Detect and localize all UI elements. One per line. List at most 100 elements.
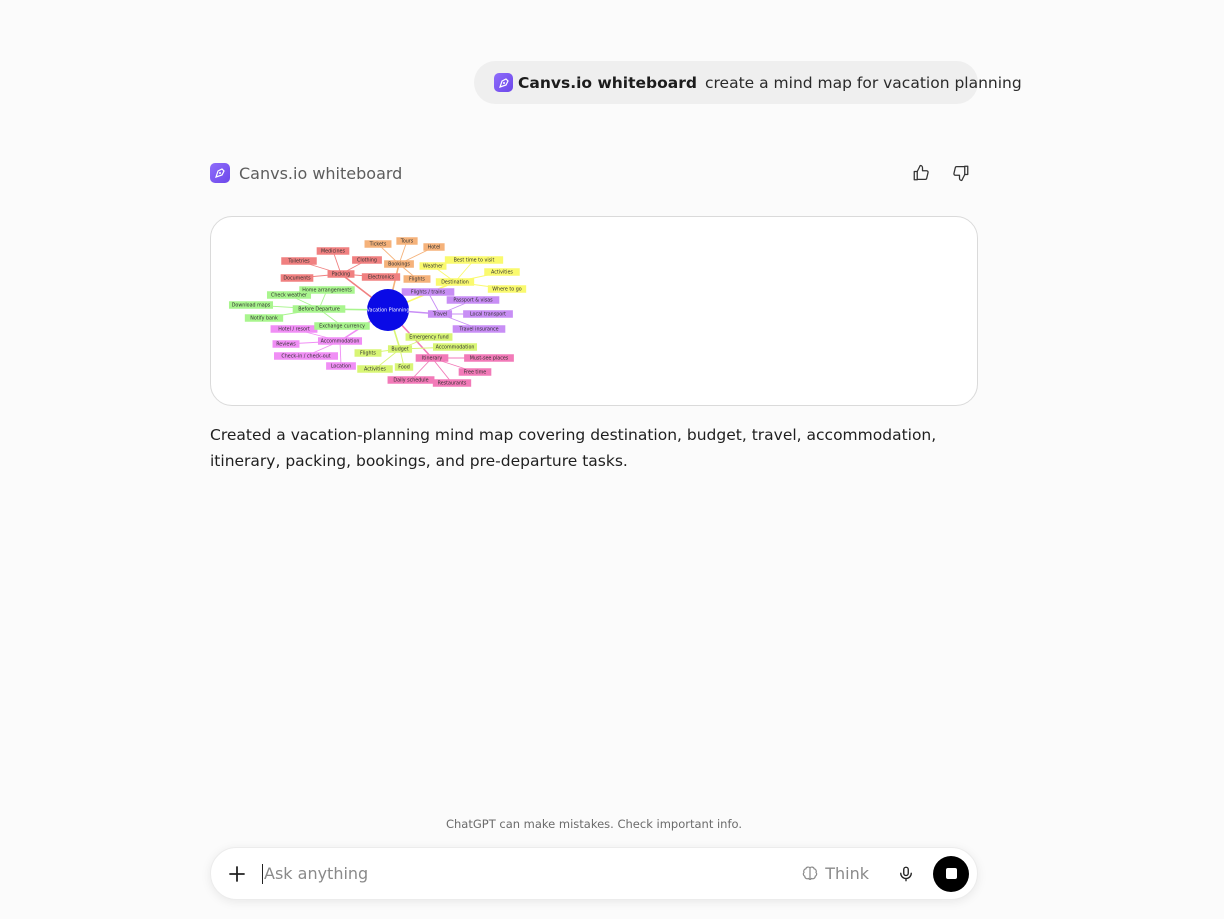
mindmap-leaf-node: Flights (354, 349, 382, 357)
assistant-answer: Created a vacation-planning mind map cov… (210, 426, 937, 470)
mindmap-leaf-node: Local transport (463, 310, 513, 318)
mindmap-leaf-node: Emergency fund (405, 333, 453, 341)
mindmap-leaf-node-label: Emergency fund (409, 335, 448, 341)
mindmap-leaf-node: Tours (396, 237, 418, 245)
mindmap-branch-node-label: Budget (391, 347, 408, 353)
mindmap-leaf-node-label: Flights / trains (411, 290, 446, 296)
mindmap-branch-node: Bookings (384, 260, 414, 268)
mindmap-leaf-node: Food (394, 363, 414, 371)
mindmap-leaf-node-label: Tours (400, 239, 414, 245)
mindmap-leaf-node-label: Restaurants (438, 381, 467, 387)
mindmap-leaf-node-label: Hotel (428, 245, 441, 251)
mindmap-leaf-node: Where to go (487, 285, 527, 293)
mindmap-branch-node: Destination (435, 278, 475, 286)
mindmap-leaf-node-label: Passport & visas (453, 298, 493, 304)
mindmap-leaf-node-label: Activities (491, 270, 513, 276)
mindmap-leaf-node: Reviews (272, 340, 300, 348)
mindmap-leaf-node-label: Electronics (368, 275, 395, 281)
think-button[interactable]: Think (801, 864, 869, 883)
mindmap-leaf-node: Hotel / resort (270, 325, 318, 333)
assistant-header: Canvs.io whiteboard (210, 161, 978, 185)
mindmap-leaf-node: Download maps (228, 301, 274, 309)
mindmap-leaf-node-label: Reviews (276, 342, 296, 348)
mindmap-leaf-node-label: Food (398, 365, 410, 371)
stop-icon (945, 868, 957, 879)
mindmap-leaf-node: Notify bank (244, 314, 284, 322)
mindmap-leaf-node-label: Exchange currency (319, 324, 365, 330)
think-label: Think (825, 864, 869, 883)
mindmap-leaf-node: Travel insurance (452, 325, 506, 333)
mindmap-leaf-node-label: Daily schedule (393, 378, 428, 384)
mindmap-leaf-node: Daily schedule (387, 376, 435, 384)
mindmap-leaf-node-label: Documents (283, 276, 311, 282)
mindmap-leaf-node: Check-in / check-out (274, 352, 338, 360)
pen-nib-icon (210, 163, 230, 183)
mindmap-branch-node-label: Itinerary (422, 356, 443, 362)
mindmap-leaf-node: Check weather (266, 291, 312, 299)
mindmap-leaf-node-label: Accommodation (436, 345, 475, 351)
mindmap-branch-node: Packing (327, 270, 355, 278)
mindmap-branch-node-label: Packing (332, 272, 350, 278)
mindmap-branch-node: Before Departure (292, 305, 346, 313)
mindmap-leaf-node-label: Check weather (271, 293, 307, 299)
mindmap-leaf-node-label: Flights (409, 277, 425, 283)
mindmap-branch-node-label: Before Departure (298, 307, 340, 313)
mindmap-leaf-node: Clothing (352, 256, 382, 264)
mindmap-leaf-node-label: Download maps (232, 303, 271, 309)
mindmap-branch-node-label: Travel (432, 312, 447, 318)
composer: Think (210, 847, 978, 900)
mindmap-leaf-node: Location (326, 362, 356, 370)
assistant-name[interactable]: Canvs.io whiteboard (239, 164, 402, 183)
prompt-input[interactable] (263, 864, 802, 883)
mindmap-leaf-node: Documents (280, 274, 314, 282)
mindmap-leaf-node-label: Activities (364, 367, 386, 373)
mindmap-branch-node: Accommodation (317, 337, 363, 345)
mindmap-leaf-node: Free time (458, 368, 492, 376)
mindmap-leaf-node-label: Clothing (357, 258, 377, 264)
mindmap-branch-node-label: Bookings (388, 262, 410, 268)
mindmap-card[interactable]: Medicines Clothing Toiletries Documents Elec… (210, 216, 978, 406)
thumbs-down-icon[interactable] (948, 160, 974, 186)
mindmap-leaf-node-label: Check-in / check-out (281, 354, 330, 360)
mindmap-branch-node: Budget (387, 345, 413, 353)
mindmap-leaf-node-label: Local transport (470, 312, 506, 318)
mindmap-branch-node-label: Destination (441, 280, 469, 286)
mindmap-leaf-node-label: Notify bank (250, 316, 278, 322)
mindmap-branch-node: Itinerary (415, 354, 449, 362)
user-message-bubble: Canvs.io whiteboard create a mind map fo… (474, 61, 1022, 104)
mindmap-leaf-node: Must-see places (464, 354, 514, 362)
mindmap-leaf-node: Flights (403, 275, 431, 283)
plus-icon[interactable] (224, 861, 250, 887)
mindmap-leaf-node: Electronics (361, 273, 401, 281)
mindmap-leaf-node: Exchange currency (314, 322, 370, 330)
mindmap-leaf-node-label: Weather (423, 264, 443, 270)
thumbs-up-icon[interactable] (908, 160, 934, 186)
microphone-icon[interactable] (893, 861, 919, 887)
mindmap-leaf-node-label: Medicines (321, 249, 345, 255)
mindmap-leaf-node: Toiletries (281, 257, 317, 265)
user-message-text: create a mind map for vacation planning (704, 73, 1022, 92)
mindmap-leaf-node-label: Free time (464, 370, 487, 376)
stop-button[interactable] (933, 855, 969, 892)
mindmap-canvas: Medicines Clothing Toiletries Documents Elec… (228, 237, 527, 387)
mindmap-leaf-node: Hotel (423, 243, 445, 251)
pen-nib-icon (494, 73, 513, 92)
mindmap-center-label: Vacation Planning (367, 308, 410, 314)
mentioned-gpt-name[interactable]: Canvs.io whiteboard (518, 74, 697, 92)
mindmap-leaf-node-label: Where to go (492, 287, 521, 293)
mindmap-leaf-node-label: Hotel / resort (278, 327, 310, 333)
mindmap-leaf-node-label: Location (331, 364, 351, 370)
brain-icon (802, 865, 818, 880)
mindmap-leaf-node-label: Toiletries (287, 259, 310, 265)
mindmap-leaf-node: Medicines (316, 247, 350, 255)
mindmap-leaf-node: Activities (357, 365, 393, 373)
mindmap-leaf-node-label: Flights (360, 351, 376, 357)
mindmap-leaf-node: Tickets (364, 240, 392, 248)
mindmap-leaf-node: Flights / trains (401, 288, 455, 296)
mindmap-leaf-node: Restaurants (432, 379, 472, 387)
mindmap-center-node: Vacation Planning (367, 289, 410, 331)
mindmap-leaf-node-label: Best time to visit (454, 258, 495, 264)
mindmap-leaf-node-label: Must-see places (470, 356, 509, 362)
mindmap-branch-node: Travel (427, 310, 453, 318)
mindmap-leaf-node: Activities (484, 268, 520, 276)
